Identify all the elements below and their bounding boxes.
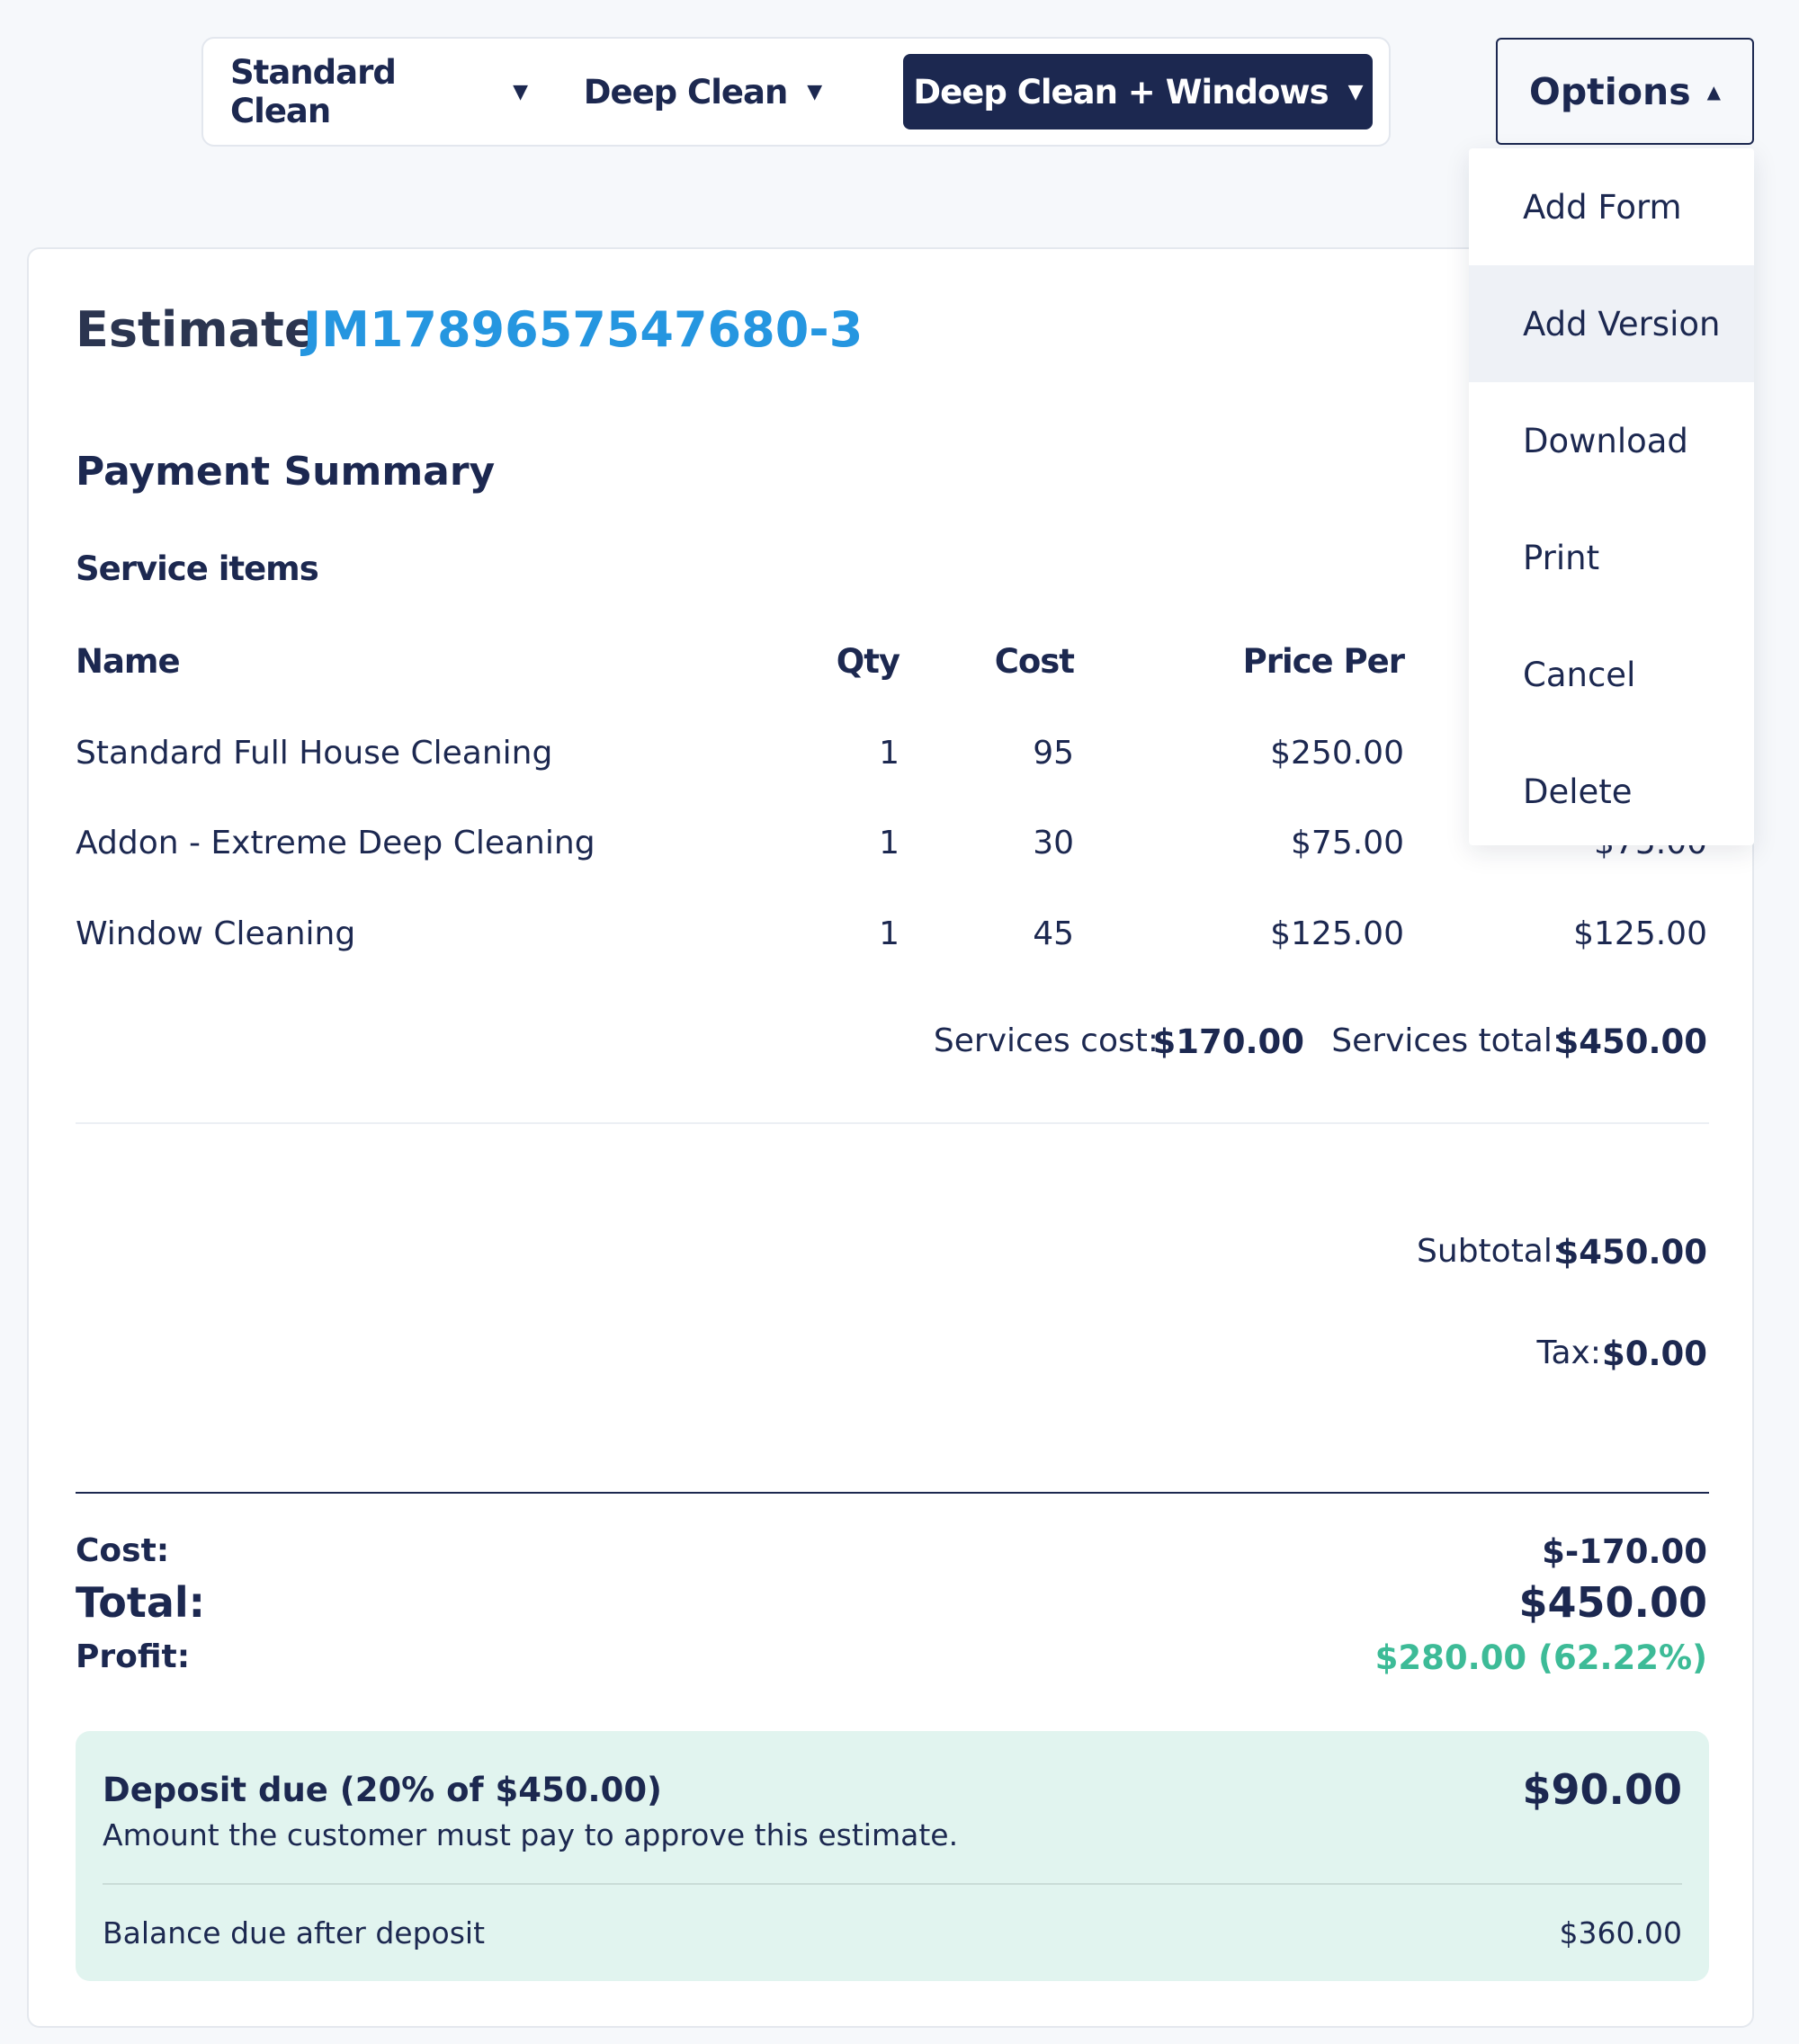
cost-value: $-170.00 [1542,1532,1707,1571]
cost-label: Cost: [76,1532,170,1569]
item-name: Standard Full House Cleaning [76,735,553,772]
item-price-per: $250.00 [1270,735,1404,772]
services-cost-label: Services cost: [933,1022,1159,1059]
options-button[interactable]: Options ▲ [1496,38,1754,145]
deposit-title: Deposit due (20% of $450.00) [103,1771,662,1809]
deposit-description: Amount the customer must pay to approve … [103,1817,959,1852]
options-menu: Add Form Add Version Download Print Canc… [1469,148,1754,845]
caret-down-icon: ▼ [807,80,822,103]
payment-summary-heading: Payment Summary [76,449,496,495]
item-cost: 95 [1033,735,1074,772]
profit-label: Profit: [76,1638,191,1675]
item-qty: 1 [879,735,900,772]
menu-item-print[interactable]: Print [1469,499,1754,616]
service-items-heading: Service items [76,549,319,588]
tab-standard-clean[interactable]: Standard Clean ▼ [230,53,528,130]
tab-label: Deep Clean + Windows [913,72,1329,112]
profit-value: $280.00 (62.22%) [1374,1638,1707,1677]
divider [76,1492,1709,1494]
total-label: Total: [76,1578,206,1627]
balance-value: $360.00 [1559,1915,1682,1950]
subtotal-label: Subtotal: [1417,1233,1563,1270]
tab-deep-clean-windows[interactable]: Deep Clean + Windows ▼ [903,54,1373,129]
balance-label: Balance due after deposit [103,1915,486,1950]
deposit-amount: $90.00 [1522,1765,1682,1814]
total-value: $450.00 [1518,1578,1707,1627]
column-header-cost: Cost [994,642,1075,681]
column-header-name: Name [76,642,181,681]
item-price-per: $75.00 [1291,825,1404,861]
menu-item-delete[interactable]: Delete [1469,733,1754,850]
caret-down-icon: ▼ [1347,80,1364,103]
menu-item-add-version[interactable]: Add Version [1469,265,1754,382]
subtotal-value: $450.00 [1555,1233,1707,1272]
item-name: Addon - Extreme Deep Cleaning [76,825,595,861]
tab-label: Standard Clean [230,53,397,130]
item-cost: 45 [1033,915,1074,952]
item-price-per: $125.00 [1270,915,1404,952]
item-qty: 1 [879,825,900,861]
column-header-qty: Qty [836,642,900,681]
version-tabs: Standard Clean ▼ Deep Clean ▼ Deep Clean… [201,37,1391,147]
services-total-label: Services total: [1331,1022,1563,1059]
tab-deep-clean[interactable]: Deep Clean ▼ [563,54,842,129]
options-label: Options [1528,69,1691,113]
deposit-divider [103,1883,1682,1885]
menu-item-cancel[interactable]: Cancel [1469,616,1754,733]
menu-item-add-form[interactable]: Add Form [1469,148,1754,265]
estimate-title-label: Estimate [76,301,318,358]
services-cost-value: $170.00 [1152,1022,1304,1061]
tab-label: Deep Clean [583,72,789,112]
divider [76,1122,1709,1124]
caret-up-icon: ▲ [1706,80,1721,103]
menu-item-download[interactable]: Download [1469,382,1754,499]
caret-down-icon: ▼ [513,80,528,103]
column-header-price-per: Price Per [1242,642,1405,681]
item-name: Window Cleaning [76,915,356,952]
item-qty: 1 [879,915,900,952]
tax-value: $0.00 [1601,1334,1707,1373]
deposit-panel: Deposit due (20% of $450.00) Amount the … [76,1731,1709,1981]
estimate-id: JM1789657547680-3 [303,301,864,358]
item-total: $125.00 [1573,915,1707,952]
item-cost: 30 [1033,825,1074,861]
tax-label: Tax: [1536,1334,1601,1371]
services-total-value: $450.00 [1555,1022,1707,1061]
